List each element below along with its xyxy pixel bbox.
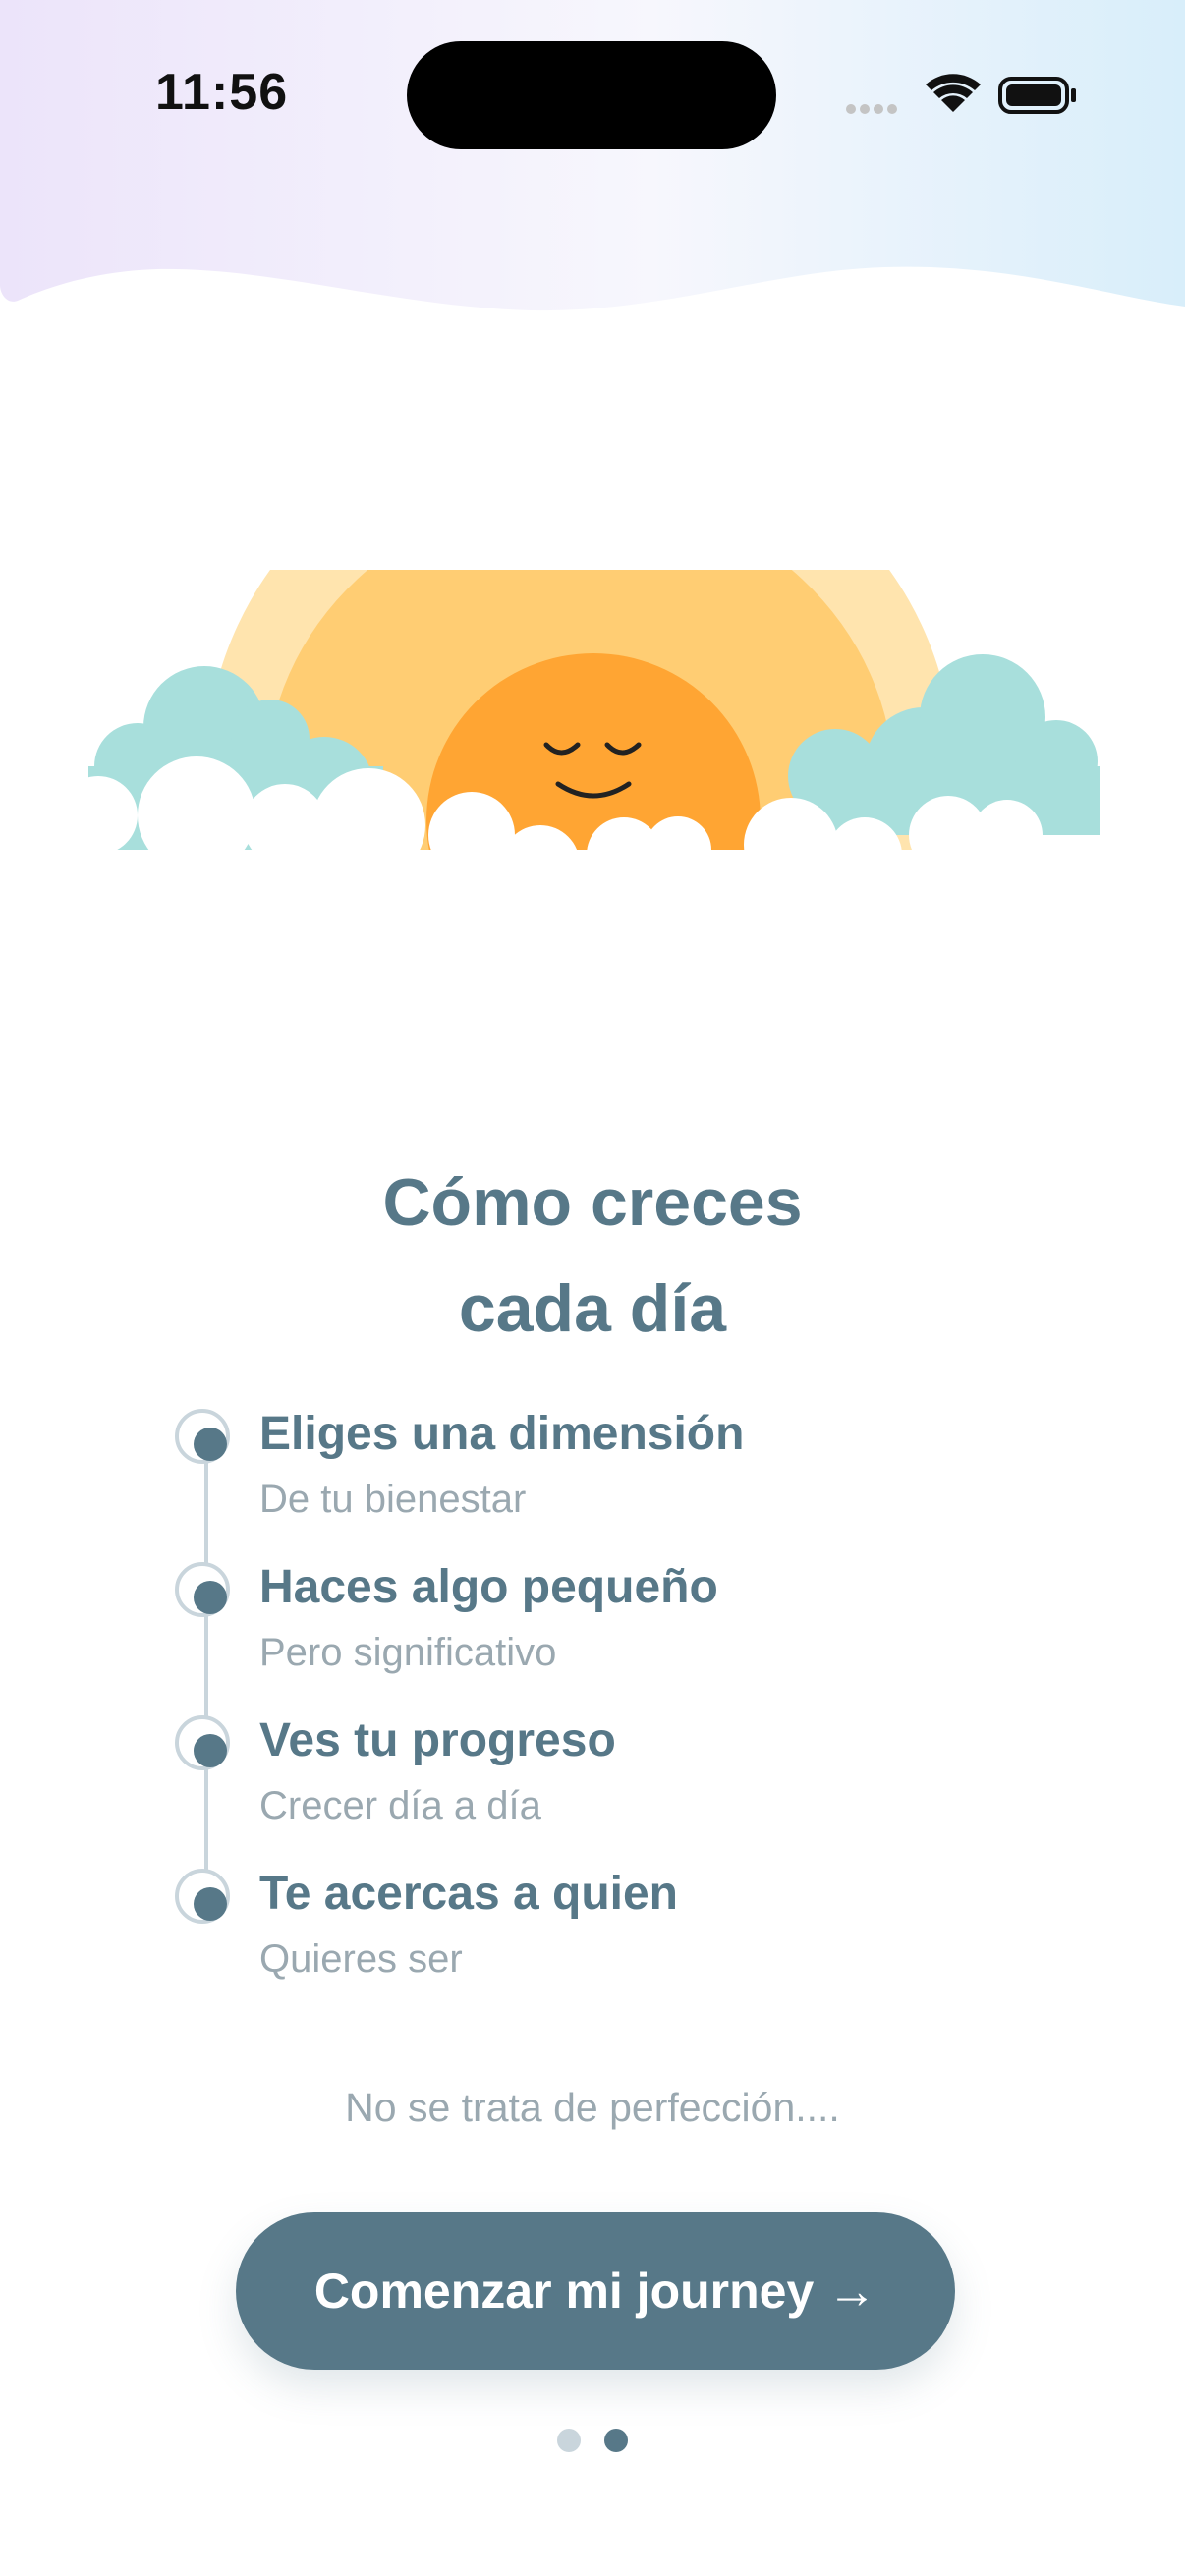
step-subtitle: De tu bienestar [259, 1478, 527, 1521]
step-dot [194, 1734, 227, 1767]
sun-illustration [88, 570, 1100, 904]
page-indicator [0, 2429, 1185, 2458]
wifi-icon [926, 74, 981, 112]
step-subtitle: Pero significativo [259, 1631, 557, 1674]
step-item: Eliges una dimensión De tu bienestar [173, 1407, 959, 1544]
dynamic-island [407, 41, 776, 149]
step-title: Te acercas a quien [259, 1868, 678, 1920]
start-journey-button[interactable]: Comenzar mi journey → [236, 2212, 955, 2370]
step-dot [194, 1428, 227, 1461]
step-marker [175, 1869, 230, 1924]
battery-icon [998, 77, 1076, 114]
status-icons [846, 74, 1076, 114]
step-marker [175, 1715, 230, 1770]
note-text: No se trata de perfección.... [345, 2085, 840, 2130]
steps-timeline: Eliges una dimensión De tu bienestar Hac… [173, 1407, 959, 2016]
step-dot [194, 1581, 227, 1614]
page-title: Cómo creces cada día [0, 1149, 1185, 1362]
step-marker [175, 1562, 230, 1617]
step-title: Eliges una dimensión [259, 1408, 745, 1460]
step-subtitle: Quieres ser [259, 1937, 463, 1981]
step-subtitle: Crecer día a día [259, 1784, 541, 1827]
title-line-2: cada día [458, 1271, 727, 1346]
page-dot-1[interactable] [557, 2429, 581, 2452]
title-line-1: Cómo creces [382, 1165, 803, 1240]
step-item: Te acercas a quien Quieres ser [173, 1867, 959, 2004]
step-item: Ves tu progreso Crecer día a día [173, 1713, 959, 1851]
step-dot [194, 1887, 227, 1921]
step-marker [175, 1409, 230, 1464]
signal-icon [846, 104, 897, 114]
page-dot-2-active[interactable] [604, 2429, 628, 2452]
status-time: 11:56 [155, 64, 289, 121]
step-title: Haces algo pequeño [259, 1561, 718, 1613]
step-item: Haces algo pequeño Pero significativo [173, 1560, 959, 1698]
step-title: Ves tu progreso [259, 1714, 616, 1766]
